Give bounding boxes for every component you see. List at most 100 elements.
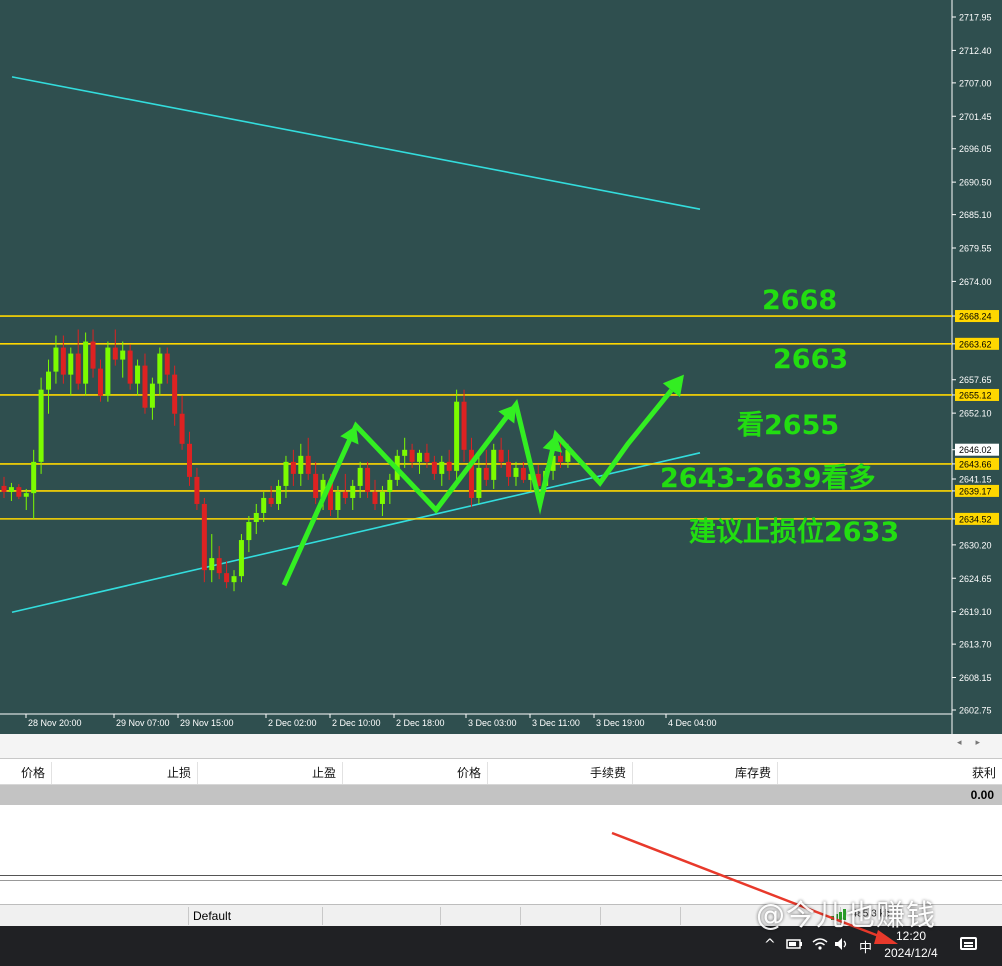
candle-body: [97, 368, 103, 396]
status-cell: [520, 907, 601, 925]
x-tick-label: 2 Dec 10:00: [332, 718, 381, 728]
col-swap[interactable]: 库存费: [633, 762, 778, 784]
col-price[interactable]: 价格: [0, 762, 52, 784]
balance-row[interactable]: 0.00: [0, 785, 1002, 805]
candle-body: [298, 455, 304, 474]
y-tick-label: 2712.40: [959, 46, 992, 56]
y-tick-label: 2690.50: [959, 178, 992, 188]
candle-body: [431, 461, 437, 474]
y-tick-label: 2619.10: [959, 607, 992, 617]
col-stop-loss[interactable]: 止损: [52, 762, 198, 784]
y-tick-label: 2674.00: [959, 277, 992, 287]
candle-body: [209, 558, 215, 571]
candle-body: [446, 461, 452, 471]
candle-body: [520, 467, 526, 480]
candle-body: [290, 461, 296, 474]
y-tick-label: 2630.20: [959, 540, 992, 550]
y-tick-label: 2634.52: [959, 514, 992, 524]
chart-canvas[interactable]: 2717.95 2712.40 2707.00 2701.45 2696.05 2690.…: [0, 0, 1002, 734]
candle-body: [38, 389, 44, 462]
candle-body: [120, 350, 126, 360]
candle-body: [46, 371, 52, 390]
ime-indicator[interactable]: 中: [859, 937, 872, 956]
volume-icon[interactable]: [834, 937, 850, 954]
col-current-price[interactable]: 价格: [343, 762, 488, 784]
candle-body: [305, 455, 311, 474]
candle-body: [357, 467, 363, 486]
candle-body: [83, 341, 89, 384]
col-take-profit[interactable]: 止盈: [198, 762, 343, 784]
watermark: @今儿也赚钱: [756, 898, 937, 932]
y-tick-label: 2641.15: [959, 475, 992, 485]
candle-body: [149, 383, 155, 408]
x-tick-label: 2 Dec 02:00: [268, 718, 317, 728]
candle-body: [60, 347, 66, 375]
candle-body: [127, 350, 133, 384]
scroll-left-icon[interactable]: ◂: [957, 738, 976, 748]
candle-body: [68, 353, 74, 375]
status-cell: [600, 907, 681, 925]
candle-body: [135, 365, 141, 384]
candle-body: [491, 449, 497, 480]
candle-body: [454, 401, 460, 471]
tray-chevron-icon[interactable]: ^: [764, 937, 776, 953]
candle-body: [201, 503, 207, 571]
candle-body: [365, 467, 371, 492]
candle-body: [172, 374, 178, 414]
candle-body: [253, 512, 259, 523]
status-cell: [0, 907, 189, 925]
candle-body: [31, 461, 37, 494]
y-tick-label: 2639.17: [959, 486, 992, 496]
status-cell: [322, 907, 441, 925]
candle-body: [498, 449, 504, 462]
candle-body: [231, 576, 237, 583]
x-tick-label: 2 Dec 18:00: [396, 718, 445, 728]
candle-body: [268, 497, 274, 504]
candle-body: [75, 353, 81, 384]
tab-scroll-arrows[interactable]: ◂▸: [957, 738, 994, 748]
scroll-right-icon[interactable]: ▸: [975, 738, 994, 748]
candle-body: [8, 487, 14, 492]
notification-center-icon[interactable]: [960, 937, 977, 950]
y-tick-label: 2613.70: [959, 640, 992, 650]
annotation-buy-zone: 2643-2639看多: [660, 463, 876, 494]
balance-profit-value: 0.00: [970, 788, 994, 802]
y-tick-label: 2717.95: [959, 13, 992, 23]
candle-body: [238, 540, 244, 577]
x-tick-label: 3 Dec 11:00: [532, 718, 580, 728]
y-tick-label: 2663.62: [959, 339, 992, 349]
status-cell: [188, 907, 323, 925]
candle-body: [53, 347, 59, 372]
candle-body: [276, 485, 282, 504]
candle-body: [112, 347, 118, 360]
candle-body: [424, 452, 430, 462]
battery-icon[interactable]: [786, 938, 804, 953]
col-profit[interactable]: 获利: [778, 762, 1002, 784]
current-price-label: 2646.02: [959, 445, 992, 455]
candle-body: [224, 573, 230, 583]
candle-body: [335, 491, 341, 510]
annotation-2655: 看2655: [737, 410, 840, 441]
x-tick-label: 3 Dec 03:00: [468, 718, 517, 728]
y-tick-label: 2624.65: [959, 574, 992, 584]
annotation-2663: 2663: [773, 344, 849, 375]
candle-body: [246, 522, 252, 541]
candle-body: [461, 401, 467, 450]
wifi-icon[interactable]: [812, 937, 828, 954]
candle-body: [1, 485, 7, 492]
candle-body: [105, 347, 111, 396]
candle-body: [157, 353, 163, 384]
candle-body: [187, 443, 192, 477]
col-commission[interactable]: 手续费: [488, 762, 633, 784]
x-tick-label: 4 Dec 04:00: [668, 718, 717, 728]
terminal-top-bar: ◂▸: [0, 734, 1002, 759]
clock-date: 2024/12/4: [884, 946, 938, 960]
price-chart[interactable]: 2717.95 2712.40 2707.00 2701.45 2696.05 2690.…: [0, 0, 1002, 734]
candle-body: [476, 467, 482, 498]
y-tick-label: 2685.10: [959, 210, 992, 220]
trade-table-header: 价格 止损 止盈 价格 手续费 库存费 获利: [0, 762, 1002, 785]
y-tick-label: 2643.66: [959, 459, 992, 469]
candle-body: [142, 365, 148, 408]
x-tick-label: 3 Dec 19:00: [596, 718, 645, 728]
candle-body: [558, 455, 563, 462]
